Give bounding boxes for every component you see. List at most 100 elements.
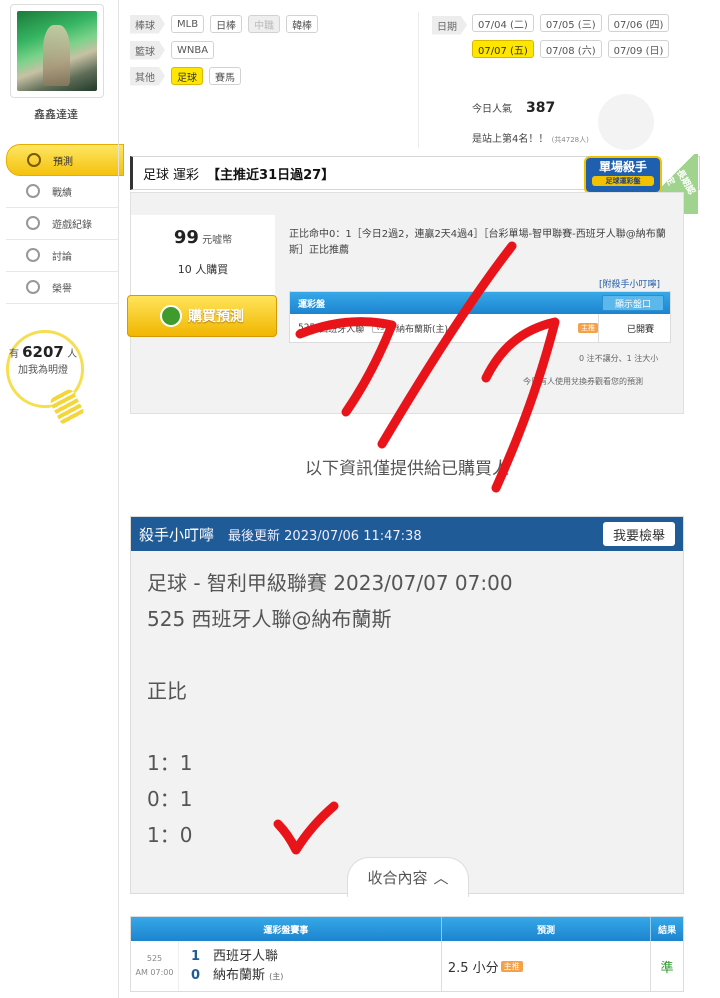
date-chip-selected[interactable]: 07/07 (五): [472, 40, 534, 58]
category-chip[interactable]: WNBA: [171, 41, 215, 59]
side-nav-label: 遊戲紀錄: [52, 220, 92, 231]
tip-line: 525 西班牙人聯@納布蘭斯: [147, 607, 392, 631]
category-chip[interactable]: 賽馬: [209, 67, 241, 85]
category-head: 其他: [130, 66, 165, 86]
tip-spacer: [147, 637, 683, 673]
category-row-basketball: 籃球 WNBA: [130, 40, 215, 60]
tip-score: 1：1: [147, 751, 193, 775]
tip-updated: 最後更新 2023/07/06 11:47:38: [228, 528, 422, 544]
results-header: 運彩盤賽事 預測 結果: [131, 917, 683, 941]
date-head: 日期: [432, 15, 467, 35]
date-chip[interactable]: 07/08 (六): [539, 40, 602, 58]
category-chip[interactable]: 日棒: [210, 15, 243, 33]
side-nav-honors[interactable]: 榮譽: [6, 272, 118, 304]
badge-main: 單場殺手: [598, 160, 647, 174]
attach-tip-link[interactable]: [附殺手小叮嚀]: [599, 277, 660, 290]
side-nav: 預測 戰績 遊戲紀錄 討論 榮譽: [6, 144, 124, 304]
prediction-value: 2.5 小分: [447, 960, 499, 976]
category-chip[interactable]: 韓棒: [286, 15, 319, 33]
title-type: 運彩: [173, 167, 200, 183]
results-header-prediction: 預測: [442, 917, 652, 941]
table-row: 525 AM 07:00 1 西班牙人聯 0 納布蘭斯 (主) 2.5 小分 主推 準: [131, 941, 683, 991]
category-head: 棒球: [130, 14, 165, 34]
trophy-icon: [26, 280, 40, 294]
side-nav-record[interactable]: 戰績: [6, 176, 118, 208]
buy-prediction-button[interactable]: 購買預測: [127, 295, 277, 337]
game-meta: 525 AM 07:00: [131, 941, 179, 991]
tip-spacer: [147, 709, 683, 745]
fan-follow-label: 加我為明燈: [18, 365, 68, 376]
lottery-row-divider: [598, 314, 599, 342]
game-number: 525: [298, 323, 316, 333]
team-row: 0 納布蘭斯 (主): [191, 966, 283, 986]
buy-button-label: 購買預測: [188, 309, 244, 325]
decorative-flower-icon: [598, 94, 654, 150]
fan-count-value: 6207: [22, 343, 64, 361]
results-header-game: 運彩盤賽事: [131, 917, 442, 941]
prediction-description: 正比命中0：1［今日2過2，連贏2天4過4］［台彩單場-智甲聯賽-西班牙人聯@納…: [289, 229, 666, 256]
price: 99 元嘘幣: [131, 227, 275, 248]
sidebar-divider: [118, 0, 119, 998]
side-nav-label: 榮譽: [52, 284, 72, 295]
side-nav-label: 預測: [53, 156, 73, 168]
tip-score: 1：0: [147, 823, 193, 847]
buyers-only-notice: 以下資訊僅提供給已購買人: [305, 459, 509, 479]
tip-line: 正比: [147, 679, 187, 703]
title-stat: 【主推近31日過27】: [207, 167, 335, 183]
price-unit: 元嘘幣: [202, 235, 233, 246]
host-tag: 主推: [578, 323, 598, 333]
tip-body: 足球 - 智利甲級聯賽 2023/07/07 07:00 525 西班牙人聯@納…: [131, 551, 683, 853]
side-nav-predictions[interactable]: 預測: [6, 144, 124, 176]
result-value: 準: [660, 960, 674, 976]
title-sport: 足球: [143, 167, 170, 183]
date-head-row: 日期: [432, 15, 467, 35]
team-row: 1 西班牙人聯: [191, 947, 283, 966]
teams: 1 西班牙人聯 0 納布蘭斯 (主): [179, 941, 283, 991]
side-nav-label: 討論: [52, 252, 72, 263]
price-value: 99: [173, 227, 199, 248]
team-away: 納布蘭斯(主): [396, 324, 449, 335]
date-chip[interactable]: 07/05 (三): [539, 14, 602, 32]
category-row-baseball: 棒球 MLB 日棒 中職 韓棒: [130, 14, 319, 34]
tip-line: 足球 - 智利甲級聯賽 2023/07/07 07:00: [147, 571, 513, 595]
category-chip[interactable]: MLB: [171, 15, 205, 33]
game-time: AM 07:00: [135, 968, 174, 977]
lottery-table: 運彩盤 顯示盤口 525 西班牙人聯 vs 納布蘭斯(主) 主推 已開賽: [289, 291, 671, 343]
avatar[interactable]: [10, 4, 104, 98]
date-chip[interactable]: 07/04 (二): [472, 14, 534, 32]
collapse-label: 收合內容: [367, 869, 428, 887]
results-header-result: 結果: [658, 925, 677, 936]
date-row-2: 07/07 (五) 07/08 (六) 07/09 (日): [472, 40, 670, 60]
side-nav-discussion[interactable]: 討論: [6, 240, 118, 272]
fan-prefix: 有: [8, 349, 19, 360]
results-game-cell: 525 AM 07:00 1 西班牙人聯 0 納布蘭斯 (主): [131, 941, 442, 991]
tip-header: 殺手小叮嚀 最後更新 2023/07/06 11:47:38 我要檢舉: [131, 517, 683, 551]
rank-total: (共4728人): [551, 136, 589, 144]
category-chip-selected[interactable]: 足球: [171, 67, 203, 85]
category-chip: 中職: [248, 15, 281, 33]
game-status: 已開賽: [626, 325, 654, 335]
popularity-value: 387: [526, 100, 556, 116]
chevron-up-icon: ︿: [433, 869, 449, 887]
date-chip[interactable]: 07/06 (四): [607, 14, 670, 32]
host-tag: 主推: [500, 960, 523, 972]
team-home: 西班牙人聯: [319, 324, 365, 335]
date-chip[interactable]: 07/09 (日): [607, 40, 670, 58]
fan-count[interactable]: 有 6207 人 加我為明燈: [0, 344, 86, 379]
host-mark: (主): [269, 971, 284, 981]
side-nav-game-log[interactable]: 遊戲紀錄: [6, 208, 118, 240]
filter-divider: [418, 12, 419, 148]
team-score: 0: [191, 967, 201, 983]
show-odds-button[interactable]: 顯示盤口: [601, 295, 664, 311]
report-button[interactable]: 我要檢舉: [602, 522, 675, 546]
popularity-label: 今日人氣: [472, 104, 512, 115]
killer-badge: 單場殺手 足球運彩盤: [584, 156, 662, 194]
results-table: 運彩盤賽事 預測 結果 525 AM 07:00 1 西班牙人聯 0 納布蘭斯 (主…: [130, 916, 684, 992]
rank-text: 是站上第4名！！: [472, 134, 549, 145]
site-rank: 是站上第4名！！ (共4728人): [472, 130, 589, 145]
collapse-button[interactable]: 收合內容 ︿: [347, 857, 469, 897]
price-panel: 99 元嘘幣 10 人購買: [131, 215, 275, 301]
badge-sub: 足球運彩盤: [592, 176, 654, 186]
page: 鑫鑫達達 預測 戰績 遊戲紀錄 討論 榮譽 有 6207 人 加我為明燈 棒球 …: [0, 0, 720, 998]
username[interactable]: 鑫鑫達達: [0, 106, 112, 122]
